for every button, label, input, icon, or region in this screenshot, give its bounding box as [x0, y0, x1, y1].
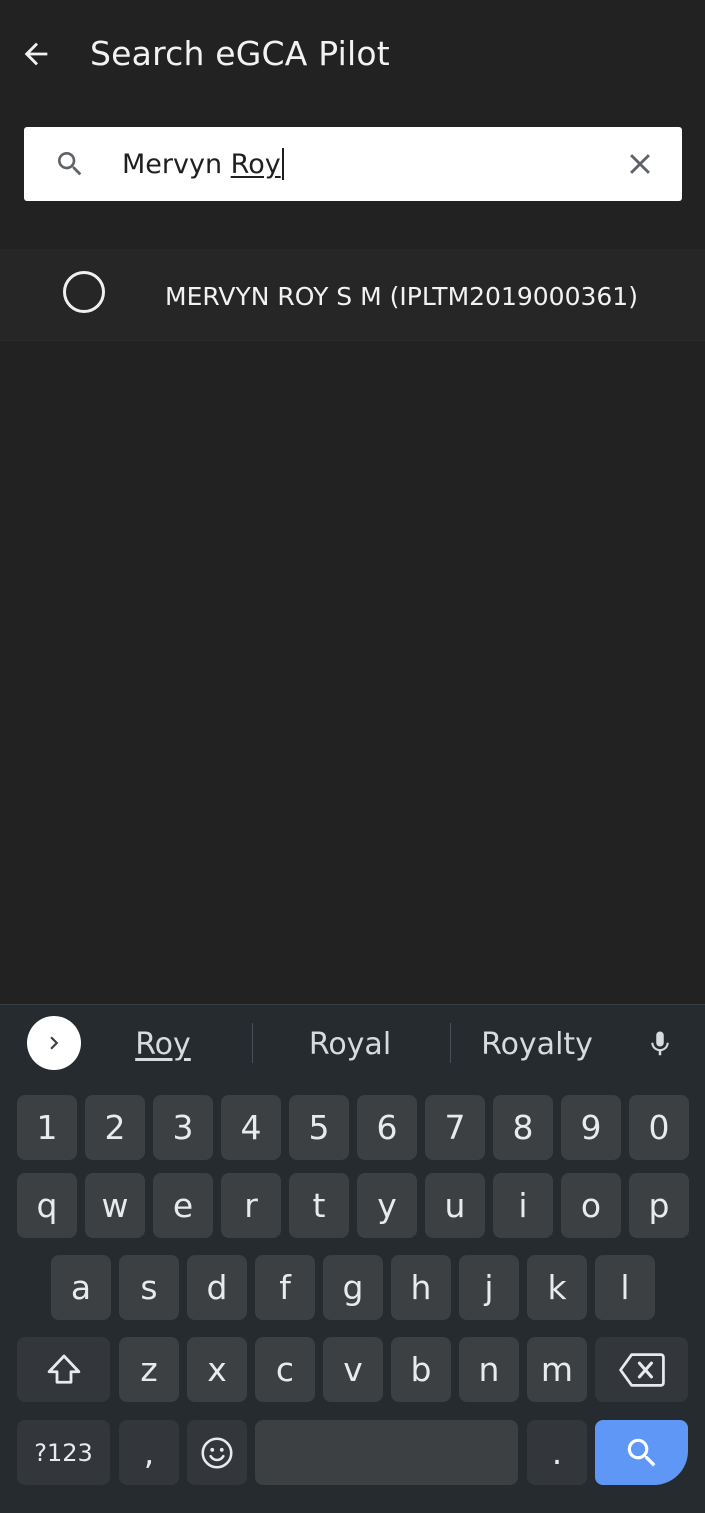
key-k[interactable]: k [527, 1255, 587, 1320]
key-p[interactable]: p [629, 1173, 689, 1238]
comma-key[interactable]: , [119, 1420, 179, 1485]
key-5[interactable]: 5 [289, 1095, 349, 1160]
key-n[interactable]: n [459, 1337, 519, 1402]
key-d[interactable]: d [187, 1255, 247, 1320]
suggestion-divider [450, 1023, 451, 1063]
key-i[interactable]: i [493, 1173, 553, 1238]
back-button[interactable] [14, 32, 58, 76]
backspace-key[interactable] [595, 1337, 688, 1402]
key-0[interactable]: 0 [629, 1095, 689, 1160]
key-2[interactable]: 2 [85, 1095, 145, 1160]
key-s[interactable]: s [119, 1255, 179, 1320]
key-z[interactable]: z [119, 1337, 179, 1402]
key-h[interactable]: h [391, 1255, 451, 1320]
key-e[interactable]: e [153, 1173, 213, 1238]
app-bar: Search eGCA Pilot [0, 0, 705, 108]
key-a[interactable]: a [51, 1255, 111, 1320]
clear-search-button[interactable] [620, 144, 660, 184]
key-q[interactable]: q [17, 1173, 77, 1238]
key-t[interactable]: t [289, 1173, 349, 1238]
space-key[interactable] [255, 1420, 518, 1485]
text-cursor [281, 147, 284, 180]
search-action-key[interactable] [595, 1420, 688, 1485]
search-input[interactable]: Mervyn Roy [122, 143, 602, 187]
key-c[interactable]: c [255, 1337, 315, 1402]
page-title: Search eGCA Pilot [90, 34, 390, 73]
key-u[interactable]: u [425, 1173, 485, 1238]
suggestion-divider [252, 1023, 253, 1063]
key-j[interactable]: j [459, 1255, 519, 1320]
key-l[interactable]: l [595, 1255, 655, 1320]
arrow-left-icon [24, 42, 48, 66]
key-8[interactable]: 8 [493, 1095, 553, 1160]
emoji-icon [201, 1436, 233, 1469]
key-9[interactable]: 9 [561, 1095, 621, 1160]
symbols-key[interactable]: ?123 [17, 1420, 110, 1485]
expand-toolbar-button[interactable] [27, 1016, 81, 1070]
microphone-icon [651, 1031, 669, 1056]
search-input-text: Mervyn [122, 149, 231, 180]
search-icon [58, 152, 82, 176]
suggestion-2[interactable]: Royal [290, 1022, 410, 1068]
key-m[interactable]: m [527, 1337, 587, 1402]
key-g[interactable]: g [323, 1255, 383, 1320]
key-4[interactable]: 4 [221, 1095, 281, 1160]
key-v[interactable]: v [323, 1337, 383, 1402]
suggestion-1[interactable]: Roy [110, 1022, 216, 1068]
close-icon [630, 154, 650, 174]
key-3[interactable]: 3 [153, 1095, 213, 1160]
voice-input-button[interactable] [640, 1022, 680, 1066]
key-1[interactable]: 1 [17, 1095, 77, 1160]
chevron-right-icon [50, 1036, 59, 1050]
shift-icon [47, 1354, 80, 1384]
backspace-icon [618, 1352, 665, 1387]
shift-key[interactable] [17, 1337, 110, 1402]
period-key[interactable]: . [527, 1420, 587, 1485]
key-f[interactable]: f [255, 1255, 315, 1320]
search-icon [627, 1438, 655, 1466]
key-x[interactable]: x [187, 1337, 247, 1402]
radio-button[interactable] [63, 271, 105, 313]
emoji-key[interactable] [187, 1420, 247, 1485]
key-y[interactable]: y [357, 1173, 417, 1238]
key-o[interactable]: o [561, 1173, 621, 1238]
suggestion-3[interactable]: Royalty [470, 1022, 604, 1068]
key-7[interactable]: 7 [425, 1095, 485, 1160]
key-w[interactable]: w [85, 1173, 145, 1238]
key-b[interactable]: b [391, 1337, 451, 1402]
key-r[interactable]: r [221, 1173, 281, 1238]
key-6[interactable]: 6 [357, 1095, 417, 1160]
result-label: MERVYN ROY S M (IPLTM2019000361) [165, 282, 638, 311]
search-input-composing-text: Roy [230, 149, 281, 180]
